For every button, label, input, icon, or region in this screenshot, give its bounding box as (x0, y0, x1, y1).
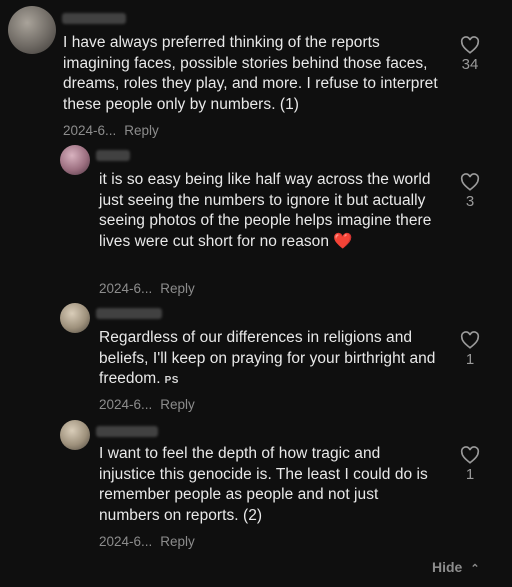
reply-button[interactable]: Reply (124, 123, 159, 138)
heart-outline-icon (460, 331, 480, 349)
avatar[interactable] (60, 303, 90, 333)
comment-meta: 2024-6... Reply (99, 281, 195, 296)
avatar[interactable] (8, 6, 56, 54)
comment-date: 2024-6... (99, 534, 153, 549)
reply-button[interactable]: Reply (160, 534, 195, 549)
red-heart-emoji: ❤️ (333, 232, 353, 250)
avatar[interactable] (60, 420, 90, 450)
like-count: 34 (461, 56, 479, 73)
comment-text: it is so easy being like half way across… (99, 171, 432, 250)
chevron-up-icon: ⌃ (470, 563, 480, 575)
comment-date: 2024-6... (99, 397, 153, 412)
comment-meta: 2024-6... Reply (99, 534, 195, 549)
username-blurred[interactable] (62, 13, 126, 24)
reply-button[interactable]: Reply (160, 281, 195, 296)
comment-meta: 2024-6... Reply (99, 397, 195, 412)
reply-button[interactable]: Reply (160, 397, 195, 412)
username-blurred[interactable] (96, 426, 158, 437)
username-blurred[interactable] (96, 150, 130, 161)
like-button[interactable]: 3 (457, 173, 483, 210)
comment-text: I have always preferred thinking of the … (63, 34, 438, 113)
like-button[interactable]: 1 (457, 331, 483, 368)
heart-outline-icon (460, 36, 480, 54)
like-count: 1 (465, 466, 475, 483)
heart-outline-icon (460, 446, 480, 464)
like-count: 3 (465, 193, 475, 210)
heart-outline-icon (460, 173, 480, 191)
like-count: 1 (465, 351, 475, 368)
like-button[interactable]: 1 (457, 446, 483, 483)
avatar[interactable] (60, 145, 90, 175)
comment-text: I want to feel the depth of how tragic a… (99, 445, 428, 524)
comment-text: Regardless of our differences in religio… (99, 329, 436, 388)
comment-date: 2024-6... (99, 281, 153, 296)
comment-meta: 2024-6... Reply (63, 123, 159, 138)
comment-tag: PS (164, 375, 179, 387)
hide-label: Hide (432, 559, 463, 575)
like-button[interactable]: 34 (457, 36, 483, 73)
username-blurred[interactable] (96, 308, 162, 319)
comment-date: 2024-6... (63, 123, 117, 138)
hide-replies-button[interactable]: Hide ⌃ (432, 559, 480, 575)
